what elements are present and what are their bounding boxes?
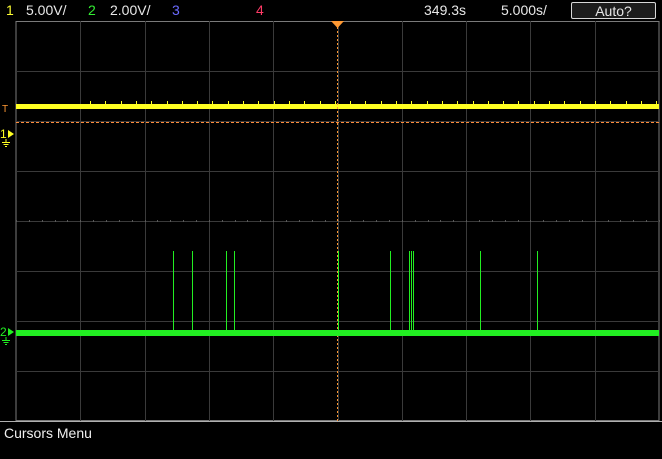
waveform-display[interactable]: T 1 2 [0, 21, 662, 421]
status-bar: 1 5.00V/ 2 2.00V/ 3 4 349.3s 5.000s/ Aut… [0, 0, 662, 21]
channel-2-number[interactable]: 2 [88, 2, 96, 19]
channel-4-number[interactable]: 4 [256, 2, 264, 19]
channel-2-trace [16, 330, 659, 336]
trigger-level-label[interactable]: T [2, 104, 8, 115]
horizontal-delay[interactable]: 349.3s [424, 2, 466, 19]
trigger-mode-button[interactable]: Auto? [571, 2, 656, 19]
softkey-menu-bar: Cursors Menu [0, 421, 662, 458]
channel-1-scale[interactable]: 5.00V/ [26, 2, 66, 19]
menu-title: Cursors Menu [4, 425, 92, 441]
channel-1-number[interactable]: 1 [6, 2, 14, 19]
channel-2-scale[interactable]: 2.00V/ [110, 2, 150, 19]
channel-1-ground-label[interactable]: 1 [0, 127, 7, 141]
channel-2-ground-label[interactable]: 2 [0, 325, 7, 339]
softkey-area[interactable] [0, 442, 662, 459]
channel-3-number[interactable]: 3 [172, 2, 180, 19]
horizontal-scale[interactable]: 5.000s/ [501, 2, 547, 19]
